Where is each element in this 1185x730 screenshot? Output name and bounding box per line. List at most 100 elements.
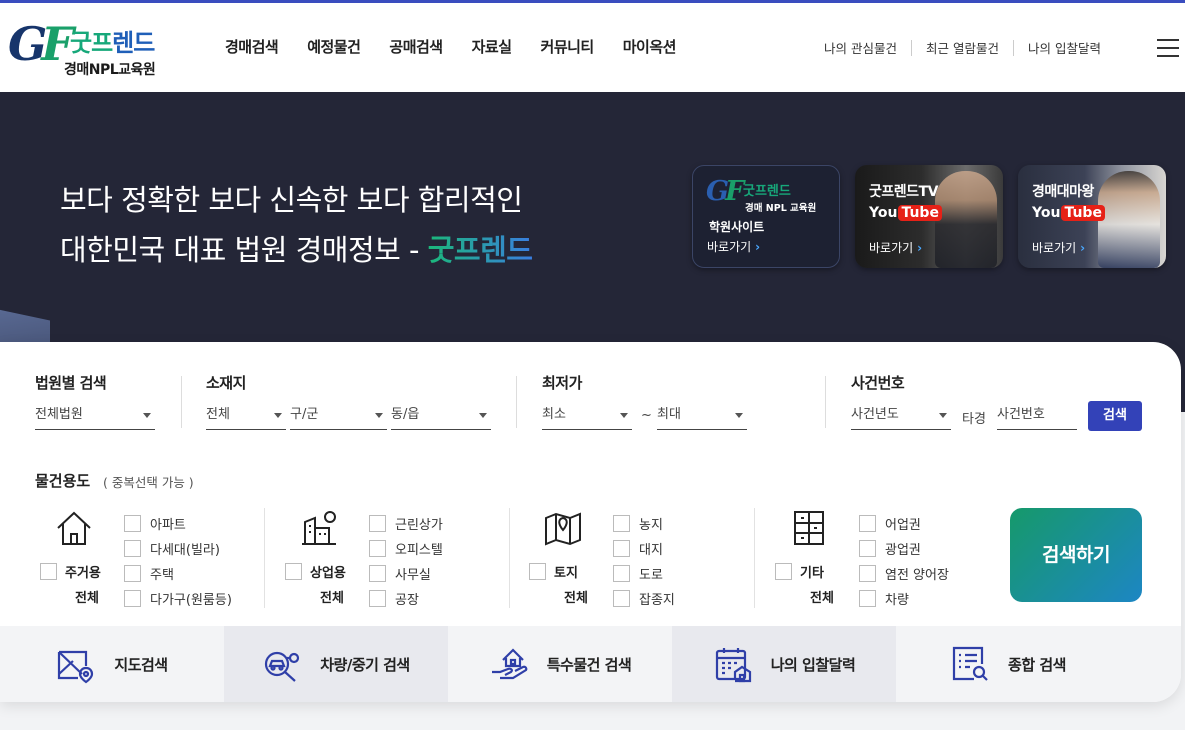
checkbox[interactable] xyxy=(285,563,302,580)
checkbox[interactable] xyxy=(40,563,57,580)
case-search-button[interactable]: 검색 xyxy=(1088,401,1142,431)
checkbox[interactable] xyxy=(124,565,141,582)
case-number-input[interactable]: 사건번호 xyxy=(997,400,1077,430)
checkbox[interactable] xyxy=(124,540,141,557)
checkbox[interactable] xyxy=(369,540,386,557)
divider xyxy=(754,508,755,608)
quick-links-bar: 지도검색 차량/중기 검색 특수물건 검색 나의 입찰달력 종합 검색 xyxy=(0,626,1181,702)
bid-calendar-icon xyxy=(715,648,751,683)
nav-item-upcoming[interactable]: 예정물건 xyxy=(307,36,361,57)
court-select[interactable]: 전체법원 xyxy=(35,400,155,430)
checkbox[interactable] xyxy=(613,590,630,607)
option-farmland[interactable]: 농지 xyxy=(613,511,675,536)
quick-total-search[interactable]: 종합 검색 xyxy=(896,626,1120,702)
gf-logo-icon: GF xyxy=(706,176,744,207)
category-all-toggle[interactable]: 기타 전체 xyxy=(775,562,855,606)
option-building-site[interactable]: 대지 xyxy=(613,536,675,561)
total-search-icon xyxy=(952,646,988,681)
checkbox[interactable] xyxy=(859,565,876,582)
court-search-label: 법원별 검색 xyxy=(35,374,107,392)
checkbox[interactable] xyxy=(124,515,141,532)
site-logo[interactable]: GF 굿프렌드 경매NPL교육원 xyxy=(8,15,168,81)
category-all-text: 전체 xyxy=(564,591,588,606)
option-fishery-right[interactable]: 어업권 xyxy=(859,511,949,536)
price-max-select[interactable]: 최대 xyxy=(657,400,747,430)
category-land: 토지 전체 농지 대지 도로 잡종지 xyxy=(529,506,774,610)
option-neighborhood-store[interactable]: 근린상가 xyxy=(369,511,443,536)
commercial-building-icon xyxy=(302,511,336,545)
nav-item-library[interactable]: 자료실 xyxy=(472,36,512,57)
category-all-toggle[interactable]: 토지 전체 xyxy=(529,562,609,606)
option-salt-fish-farm[interactable]: 염전 양어장 xyxy=(859,561,949,586)
option-multi-family[interactable]: 다가구(원룸등) xyxy=(124,586,232,611)
checkbox[interactable] xyxy=(859,590,876,607)
hamburger-menu-icon[interactable] xyxy=(1157,39,1179,57)
chevron-right-icon: › xyxy=(1080,241,1086,255)
chevron-down-icon xyxy=(274,413,282,418)
checkbox[interactable] xyxy=(613,565,630,582)
search-panel: 법원별 검색 전체법원 소재지 전체 구/군 동/읍 최저가 최소 ~ 최대 사… xyxy=(0,342,1181,702)
checkbox[interactable] xyxy=(529,563,546,580)
divider xyxy=(516,376,517,428)
tile-brand-name: 굿프렌드 xyxy=(743,184,791,199)
quick-map-search[interactable]: 지도검색 xyxy=(0,626,224,702)
tile-brand-sub: 경매 NPL 교육원 xyxy=(745,203,817,214)
option-office[interactable]: 사무실 xyxy=(369,561,443,586)
category-all-toggle[interactable]: 상업용 전체 xyxy=(285,562,365,606)
chevron-down-icon xyxy=(939,413,947,418)
option-factory[interactable]: 공장 xyxy=(369,586,443,611)
option-label: 농지 xyxy=(639,518,663,533)
auction-king-tile[interactable]: 경매대마왕 You Tube 바로가기 › xyxy=(1018,165,1166,268)
nav-item-my-auction[interactable]: 마이옥션 xyxy=(623,36,677,57)
chevron-down-icon xyxy=(479,413,487,418)
chevron-down-icon xyxy=(735,413,743,418)
tile-title: 학원사이트 xyxy=(709,220,765,234)
quick-label: 차량/중기 검색 xyxy=(320,655,410,674)
dong-select[interactable]: 동/읍 xyxy=(391,400,491,430)
sido-select[interactable]: 전체 xyxy=(206,400,286,430)
checkbox[interactable] xyxy=(369,590,386,607)
option-vehicle[interactable]: 차량 xyxy=(859,586,949,611)
category-all-text: 전체 xyxy=(320,591,344,606)
submit-search-button[interactable]: 검색하기 xyxy=(1010,508,1142,602)
category-all-toggle[interactable]: 주거용 전체 xyxy=(40,562,120,606)
tile-go-link: 바로가기 › xyxy=(869,241,923,255)
option-officetel[interactable]: 오피스텔 xyxy=(369,536,443,561)
checkbox[interactable] xyxy=(859,540,876,557)
option-apartment[interactable]: 아파트 xyxy=(124,511,232,536)
case-year-select[interactable]: 사건년도 xyxy=(851,400,951,430)
logo-name: 굿프렌드 xyxy=(70,29,155,57)
nav-item-community[interactable]: 커뮤니티 xyxy=(541,36,595,57)
price-min-select[interactable]: 최소 xyxy=(542,400,632,430)
academy-site-tile[interactable]: GF 굿프렌드 경매 NPL 교육원 학원사이트 바로가기 › xyxy=(692,165,840,268)
nav-item-public-auction[interactable]: 공매검색 xyxy=(389,36,443,57)
util-recent-viewed[interactable]: 최근 열람물건 xyxy=(912,38,1013,57)
gugun-select[interactable]: 구/군 xyxy=(290,400,387,430)
checkbox[interactable] xyxy=(613,515,630,532)
nav-item-auction-search[interactable]: 경매검색 xyxy=(225,36,279,57)
util-bid-calendar[interactable]: 나의 입찰달력 xyxy=(1014,38,1115,57)
quick-bid-calendar[interactable]: 나의 입찰달력 xyxy=(672,626,896,702)
option-villa[interactable]: 다세대(빌라) xyxy=(124,536,232,561)
util-watchlist[interactable]: 나의 관심물건 xyxy=(810,38,911,57)
option-road[interactable]: 도로 xyxy=(613,561,675,586)
tile-title: 굿프렌드TV xyxy=(869,184,938,200)
checkbox[interactable] xyxy=(369,515,386,532)
option-label: 염전 양어장 xyxy=(885,568,949,583)
option-mining-right[interactable]: 광업권 xyxy=(859,536,949,561)
chevron-right-icon: › xyxy=(917,241,923,255)
checkbox[interactable] xyxy=(613,540,630,557)
quick-special-search[interactable]: 특수물건 검색 xyxy=(448,626,672,702)
checkbox[interactable] xyxy=(124,590,141,607)
land-map-icon xyxy=(545,512,581,546)
divider xyxy=(509,508,510,608)
option-house[interactable]: 주택 xyxy=(124,561,232,586)
checkbox[interactable] xyxy=(859,515,876,532)
location-label: 소재지 xyxy=(206,374,246,392)
checkbox[interactable] xyxy=(775,563,792,580)
hero-headline-2: 대한민국 대표 법원 경매정보 - 굿프렌드 xyxy=(60,233,533,267)
quick-vehicle-search[interactable]: 차량/중기 검색 xyxy=(224,626,448,702)
checkbox[interactable] xyxy=(369,565,386,582)
option-misc-land[interactable]: 잡종지 xyxy=(613,586,675,611)
goodfriend-tv-tile[interactable]: 굿프렌드TV You Tube 바로가기 › xyxy=(855,165,1003,268)
